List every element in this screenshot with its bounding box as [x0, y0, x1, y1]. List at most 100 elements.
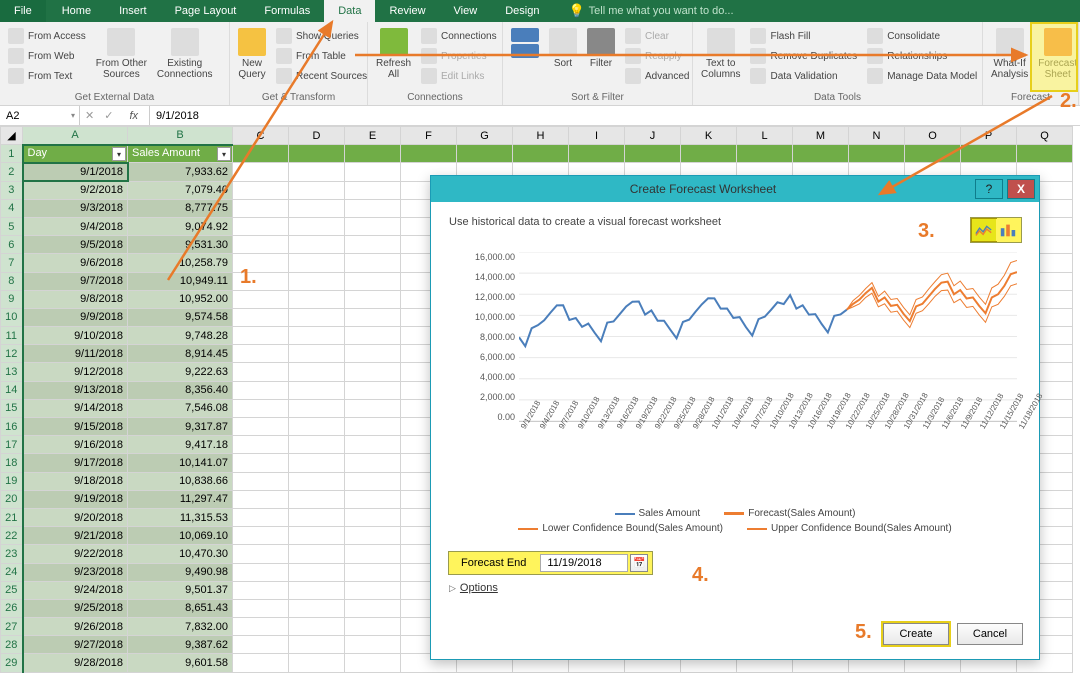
cell-date[interactable]: 9/6/2018	[23, 254, 128, 272]
cell[interactable]	[345, 345, 401, 363]
cell[interactable]	[289, 345, 345, 363]
dialog-help-button[interactable]: ?	[975, 179, 1003, 199]
tab-design[interactable]: Design	[491, 0, 553, 22]
cell[interactable]	[233, 618, 289, 636]
row-header-22[interactable]: 22	[1, 527, 23, 545]
row-header-15[interactable]: 15	[1, 399, 23, 417]
cell[interactable]	[233, 308, 289, 326]
cell[interactable]	[289, 527, 345, 545]
cell[interactable]	[345, 199, 401, 217]
create-button[interactable]: Create	[883, 623, 949, 645]
row-header-12[interactable]: 12	[1, 345, 23, 363]
cell[interactable]	[233, 436, 289, 454]
tab-home[interactable]: Home	[48, 0, 105, 22]
tab-insert[interactable]: Insert	[105, 0, 161, 22]
cell[interactable]	[345, 563, 401, 581]
tab-review[interactable]: Review	[375, 0, 439, 22]
row-header-17[interactable]: 17	[1, 436, 23, 454]
tab-data[interactable]: Data	[324, 0, 375, 22]
col-header-P[interactable]: P	[961, 127, 1017, 145]
cell[interactable]	[345, 618, 401, 636]
cell[interactable]	[345, 217, 401, 235]
consolidate-button[interactable]: Consolidate	[863, 26, 981, 46]
cell-value[interactable]: 8,777.75	[128, 199, 233, 217]
row-header-2[interactable]: 2	[1, 163, 23, 181]
cell[interactable]	[345, 545, 401, 563]
cell-value[interactable]: 10,952.00	[128, 290, 233, 308]
cell[interactable]	[961, 145, 1017, 163]
cell-date[interactable]: 9/15/2018	[23, 418, 128, 436]
cell-date[interactable]: 9/12/2018	[23, 363, 128, 381]
formula-input[interactable]: 9/1/2018	[150, 110, 1080, 122]
cancel-button[interactable]: Cancel	[957, 623, 1023, 645]
cell-value[interactable]: 9,317.87	[128, 418, 233, 436]
cell[interactable]	[289, 472, 345, 490]
cell[interactable]	[233, 199, 289, 217]
row-header-29[interactable]: 29	[1, 654, 23, 673]
recent-sources-button[interactable]: Recent Sources	[272, 66, 371, 86]
cell-date[interactable]: 9/14/2018	[23, 399, 128, 417]
cell[interactable]	[289, 308, 345, 326]
cell-value[interactable]: 10,949.11	[128, 272, 233, 290]
cell-value[interactable]: 7,079.40	[128, 181, 233, 199]
cell[interactable]	[289, 145, 345, 163]
cell-value[interactable]: 8,914.45	[128, 345, 233, 363]
cell-value[interactable]: 9,574.58	[128, 308, 233, 326]
cell-value[interactable]: 9,417.18	[128, 436, 233, 454]
cell[interactable]	[233, 217, 289, 235]
row-header-25[interactable]: 25	[1, 581, 23, 599]
cell[interactable]	[1017, 145, 1073, 163]
cell[interactable]	[233, 599, 289, 617]
what-if-analysis-button[interactable]: What-If Analysis	[987, 26, 1032, 82]
col-header-O[interactable]: O	[905, 127, 961, 145]
cell-value[interactable]: 10,470.30	[128, 545, 233, 563]
tell-me-search[interactable]: 💡Tell me what you want to do...	[568, 3, 733, 19]
cell-date[interactable]: 9/23/2018	[23, 563, 128, 581]
cell[interactable]	[345, 254, 401, 272]
cell-value[interactable]: 8,651.43	[128, 599, 233, 617]
cell[interactable]	[289, 418, 345, 436]
cell[interactable]	[233, 145, 289, 163]
edit-links-button[interactable]: Edit Links	[417, 66, 501, 86]
calendar-icon[interactable]: 📅	[630, 554, 648, 572]
cell[interactable]	[345, 327, 401, 345]
manage-data-model-button[interactable]: Manage Data Model	[863, 66, 981, 86]
row-header-6[interactable]: 6	[1, 236, 23, 254]
cell-value[interactable]: 10,258.79	[128, 254, 233, 272]
cell-date[interactable]: 9/22/2018	[23, 545, 128, 563]
row-header-1[interactable]: 1	[1, 145, 23, 163]
cell-date[interactable]: 9/5/2018	[23, 236, 128, 254]
row-header-27[interactable]: 27	[1, 618, 23, 636]
cell[interactable]	[345, 527, 401, 545]
cell[interactable]	[849, 145, 905, 163]
cell[interactable]	[289, 636, 345, 654]
cell[interactable]	[345, 454, 401, 472]
col-header-J[interactable]: J	[625, 127, 681, 145]
cell-value[interactable]: 10,838.66	[128, 472, 233, 490]
cell[interactable]	[233, 490, 289, 508]
cell[interactable]	[289, 599, 345, 617]
filter-dropdown-icon[interactable]: ▾	[112, 147, 126, 161]
cell[interactable]	[289, 381, 345, 399]
cell-value[interactable]: 7,546.08	[128, 399, 233, 417]
cell[interactable]	[905, 145, 961, 163]
cell[interactable]	[233, 236, 289, 254]
cell[interactable]	[345, 163, 401, 181]
cell[interactable]	[345, 363, 401, 381]
cell[interactable]	[345, 381, 401, 399]
properties-button[interactable]: Properties	[417, 46, 501, 66]
row-header-18[interactable]: 18	[1, 454, 23, 472]
cell-date[interactable]: 9/10/2018	[23, 327, 128, 345]
cell[interactable]	[345, 636, 401, 654]
cell-date[interactable]: 9/4/2018	[23, 217, 128, 235]
col-header-L[interactable]: L	[737, 127, 793, 145]
name-box[interactable]: A2	[0, 106, 80, 125]
filter-dropdown-icon[interactable]: ▾	[217, 147, 231, 161]
col-header-K[interactable]: K	[681, 127, 737, 145]
cell-value[interactable]: 7,832.00	[128, 618, 233, 636]
cell[interactable]	[289, 236, 345, 254]
cell[interactable]	[289, 199, 345, 217]
cell[interactable]	[233, 290, 289, 308]
select-all[interactable]: ◢	[1, 127, 23, 145]
col-header-D[interactable]: D	[289, 127, 345, 145]
